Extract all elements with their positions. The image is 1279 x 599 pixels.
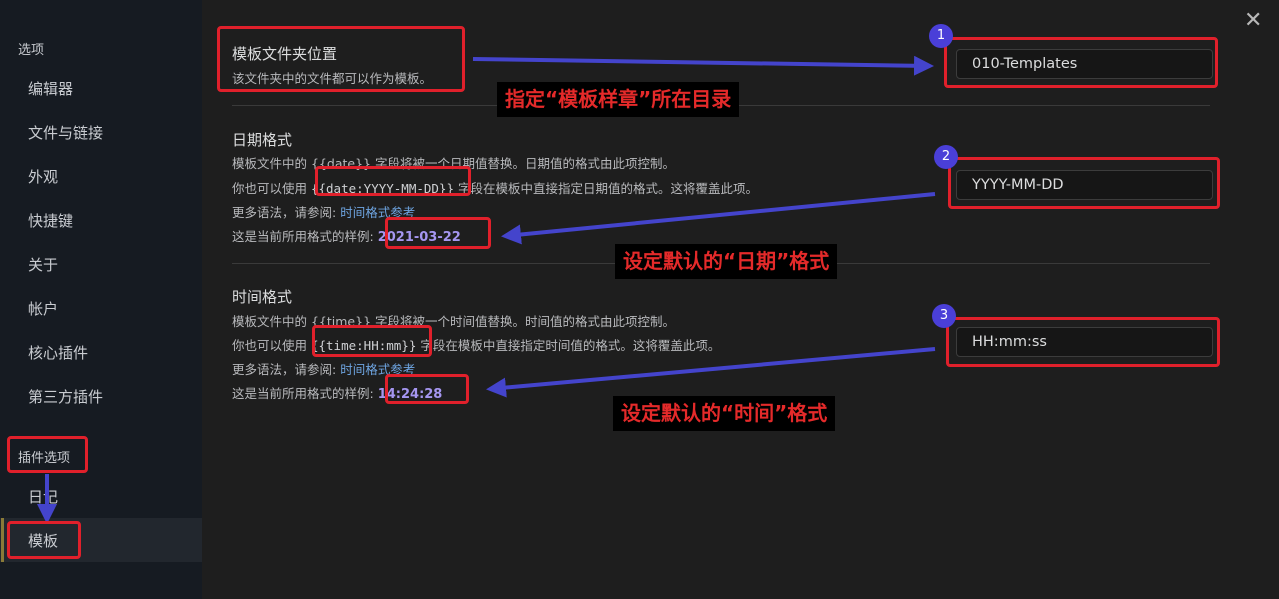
- date-format-more-syntax: 更多语法，请参阅: 时间格式参考: [232, 202, 415, 221]
- sidebar-item-core-plugins[interactable]: 核心插件: [28, 342, 88, 363]
- settings-content: [202, 0, 1279, 599]
- time-format-desc-prefix: 你也可以使用: [232, 338, 311, 353]
- time-format-sample-prefix: 这是当前所用格式的样例:: [232, 386, 378, 401]
- date-format-sample-prefix: 这是当前所用格式的样例:: [232, 229, 378, 244]
- date-format-sample-value: 2021-03-22: [377, 230, 461, 245]
- date-format-more-prefix: 更多语法，请参阅:: [232, 205, 341, 220]
- sidebar-active-indicator: [1, 518, 4, 562]
- callout-time-format: 设定默认的“时间”格式: [613, 396, 836, 431]
- time-format-input[interactable]: [956, 327, 1213, 357]
- step-badge-3: 3: [932, 304, 956, 328]
- sidebar-item-community-plugins[interactable]: 第三方插件: [28, 386, 103, 407]
- sidebar-item-about[interactable]: 关于: [28, 254, 58, 275]
- time-format-desc-line1: 模板文件中的 {{time}} 字段将被一个时间值替换。时间值的格式由此项控制。: [232, 314, 676, 329]
- sidebar-item-account[interactable]: 帐户: [28, 298, 58, 319]
- time-format-sample-value: 14:24:28: [377, 387, 443, 402]
- sidebar-item-appearance[interactable]: 外观: [28, 166, 58, 187]
- date-format-desc-prefix: 你也可以使用: [232, 181, 311, 196]
- time-format-more-prefix: 更多语法，请参阅:: [232, 362, 341, 377]
- date-format-reference-link[interactable]: 时间格式参考: [340, 205, 415, 220]
- sidebar-item-templates[interactable]: 模板: [28, 530, 58, 551]
- sidebar-options-heading: 选项: [18, 43, 45, 58]
- date-format-desc-line2: 你也可以使用 {{date:YYYY-MM-DD}} 字段在模板中直接指定日期值…: [232, 178, 758, 197]
- sidebar-item-hotkeys[interactable]: 快捷键: [28, 210, 73, 231]
- date-format-desc-line1: 模板文件中的 {{date}} 字段将被一个日期值替换。日期值的格式由此项控制。: [232, 156, 675, 171]
- template-folder-description: 该文件夹中的文件都可以作为模板。: [232, 71, 433, 86]
- step-badge-2: 2: [934, 145, 958, 169]
- close-icon[interactable]: ✕: [1244, 10, 1262, 32]
- time-format-more-syntax: 更多语法，请参阅: 时间格式参考: [232, 359, 415, 378]
- time-format-desc-suffix: 字段在模板中直接指定时间值的格式。这将覆盖此项。: [416, 338, 721, 353]
- date-format-desc-suffix: 字段在模板中直接指定日期值的格式。这将覆盖此项。: [453, 181, 758, 196]
- time-format-sample: 这是当前所用格式的样例: 14:24:28: [232, 383, 442, 402]
- callout-template-folder: 指定“模板样章”所在目录: [497, 82, 740, 117]
- date-format-sample: 这是当前所用格式的样例: 2021-03-22: [232, 226, 461, 245]
- date-format-code: {{date:YYYY-MM-DD}}: [310, 181, 454, 196]
- step-badge-1: 1: [929, 24, 953, 48]
- template-folder-input[interactable]: [956, 49, 1213, 79]
- time-format-desc-line2: 你也可以使用 {{time:HH:mm}} 字段在模板中直接指定时间值的格式。这…: [232, 335, 720, 354]
- sidebar-plugin-options-heading: 插件选项: [18, 451, 71, 466]
- template-folder-title: 模板文件夹位置: [232, 45, 338, 63]
- date-format-input[interactable]: [956, 170, 1213, 200]
- time-format-reference-link[interactable]: 时间格式参考: [340, 362, 415, 377]
- settings-sidebar: 选项 编辑器 文件与链接 外观 快捷键 关于 帐户 核心插件 第三方插件 插件选…: [0, 0, 202, 599]
- sidebar-item-editor[interactable]: 编辑器: [28, 78, 73, 99]
- time-format-code: {{time:HH:mm}}: [310, 338, 417, 353]
- date-format-title: 日期格式: [232, 131, 293, 149]
- time-format-title: 时间格式: [232, 288, 293, 306]
- sidebar-item-files-links[interactable]: 文件与链接: [28, 122, 103, 143]
- sidebar-item-daily-notes[interactable]: 日记: [28, 486, 58, 507]
- callout-date-format: 设定默认的“日期”格式: [615, 244, 838, 279]
